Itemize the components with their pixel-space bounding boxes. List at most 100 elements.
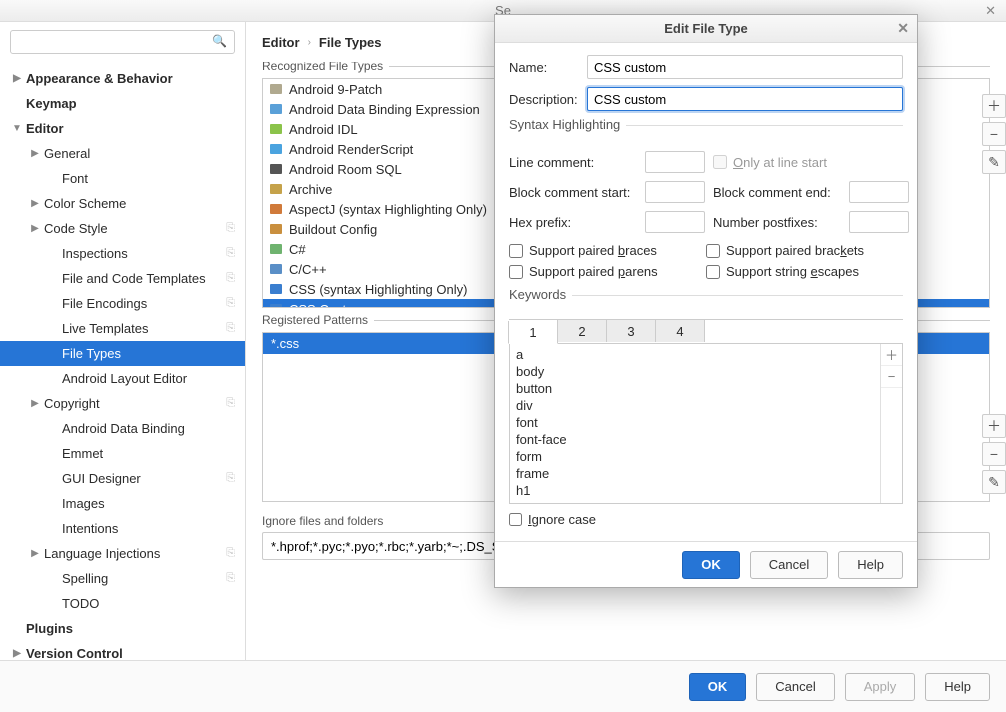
tree-item[interactable]: Intentions (0, 516, 245, 541)
support-brackets-checkbox[interactable] (706, 244, 720, 258)
tree-item[interactable]: Android Layout Editor (0, 366, 245, 391)
tree-item[interactable]: Live Templates⎘ (0, 316, 245, 341)
tree-item[interactable]: Font (0, 166, 245, 191)
tree-item[interactable]: Images (0, 491, 245, 516)
tree-item-label: Android Data Binding (62, 421, 185, 436)
tree-item[interactable]: Keymap (0, 91, 245, 116)
keyword-item[interactable]: div (516, 397, 874, 414)
dialog-close-icon[interactable]: ✕ (897, 20, 909, 37)
registered-patterns-label: Registered Patterns (262, 313, 374, 327)
keyword-item[interactable]: body (516, 363, 874, 380)
search-input[interactable] (10, 30, 235, 54)
tree-item-label: Language Injections (44, 546, 160, 561)
support-parens-checkbox[interactable] (509, 265, 523, 279)
keyword-item[interactable]: form (516, 448, 874, 465)
scope-icon: ⎘ (226, 547, 235, 560)
name-input[interactable] (587, 55, 903, 79)
name-label: Name: (509, 60, 587, 75)
cancel-button[interactable]: Cancel (756, 673, 834, 701)
keyword-item[interactable]: font (516, 414, 874, 431)
tree-item[interactable]: TODO (0, 591, 245, 616)
archive-icon (269, 182, 283, 196)
file-type-label: AspectJ (syntax Highlighting Only) (289, 202, 487, 217)
keyword-tab-4[interactable]: 4 (655, 320, 705, 342)
keyword-tab-1[interactable]: 1 (508, 321, 558, 344)
line-comment-input[interactable] (645, 151, 705, 173)
dialog-help-button[interactable]: Help (838, 551, 903, 579)
scope-icon: ⎘ (226, 572, 235, 585)
tree-item-label: Version Control (26, 646, 123, 660)
keyword-tab-2[interactable]: 2 (557, 320, 607, 342)
db-icon (269, 102, 283, 116)
tree-item[interactable]: ▶Language Injections⎘ (0, 541, 245, 566)
tree-item[interactable]: ▼Editor (0, 116, 245, 141)
apply-button[interactable]: Apply (845, 673, 916, 701)
add-keyword-button[interactable]: ＋ (881, 344, 902, 366)
scope-icon: ⎘ (226, 247, 235, 260)
android-icon (269, 122, 283, 136)
block-comment-start-input[interactable] (645, 181, 705, 203)
keyword-tabs: 1234 (509, 319, 903, 344)
tree-item[interactable]: ▶General (0, 141, 245, 166)
tree-item[interactable]: Plugins (0, 616, 245, 641)
ignore-case-checkbox[interactable] (509, 513, 522, 526)
tree-item-label: Color Scheme (44, 196, 126, 211)
add-file-type-button[interactable]: ＋ (982, 94, 1006, 118)
tree-item[interactable]: ▶Code Style⎘ (0, 216, 245, 241)
keyword-item[interactable]: button (516, 380, 874, 397)
edit-pattern-button[interactable]: ✎ (982, 470, 1006, 494)
close-icon[interactable]: ✕ (985, 3, 996, 19)
tree-item[interactable]: ▶Color Scheme (0, 191, 245, 216)
tree-item[interactable]: ▶Copyright⎘ (0, 391, 245, 416)
help-button[interactable]: Help (925, 673, 990, 701)
tree-item[interactable]: File Encodings⎘ (0, 291, 245, 316)
tree-item[interactable]: ▶Version Control (0, 641, 245, 660)
block-comment-end-label: Block comment end: (713, 185, 841, 200)
support-escapes-checkbox[interactable] (706, 265, 720, 279)
keywords-label: Keywords (509, 287, 572, 302)
file-type-label: Android 9-Patch (289, 82, 382, 97)
tree-item[interactable]: Android Data Binding (0, 416, 245, 441)
tree-item-label: Appearance & Behavior (26, 71, 173, 86)
tree-item-label: Plugins (26, 621, 73, 636)
tree-item[interactable]: Spelling⎘ (0, 566, 245, 591)
remove-keyword-button[interactable]: − (881, 366, 902, 388)
tree-item[interactable]: File Types (0, 341, 245, 366)
tree-item[interactable]: Emmet (0, 441, 245, 466)
tree-item[interactable]: GUI Designer⎘ (0, 466, 245, 491)
scope-icon: ⎘ (226, 472, 235, 485)
keyword-tab-3[interactable]: 3 (606, 320, 656, 342)
description-input[interactable] (587, 87, 903, 111)
hex-prefix-input[interactable] (645, 211, 705, 233)
dialog-cancel-button[interactable]: Cancel (750, 551, 828, 579)
remove-file-type-button[interactable]: − (982, 122, 1006, 146)
settings-tree[interactable]: ▶Appearance & BehaviorKeymap▼Editor▶Gene… (0, 62, 245, 660)
edit-file-type-button[interactable]: ✎ (982, 150, 1006, 174)
tree-item[interactable]: File and Code Templates⎘ (0, 266, 245, 291)
tree-item[interactable]: ▶Appearance & Behavior (0, 66, 245, 91)
dialog-ok-button[interactable]: OK (682, 551, 740, 579)
keyword-item[interactable]: frame (516, 465, 874, 482)
disclosure-icon: ▶ (28, 398, 42, 409)
add-pattern-button[interactable]: ＋ (982, 414, 1006, 438)
disclosure-icon: ▶ (10, 648, 24, 659)
remove-pattern-button[interactable]: − (982, 442, 1006, 466)
keyword-item[interactable]: h1 (516, 482, 874, 499)
recognized-file-types-label: Recognized File Types (262, 62, 389, 73)
ok-button[interactable]: OK (689, 673, 747, 701)
search-icon: 🔍 (212, 34, 227, 48)
keywords-list[interactable]: abodybuttondivfontfont-faceformframeh1 (510, 344, 880, 503)
chevron-right-icon: › (308, 37, 311, 48)
block-comment-start-label: Block comment start: (509, 185, 637, 200)
sql-icon (269, 162, 283, 176)
number-postfixes-label: Number postfixes: (713, 215, 841, 230)
number-postfixes-input[interactable] (849, 211, 909, 233)
keyword-item[interactable]: font-face (516, 431, 874, 448)
tree-item[interactable]: Inspections⎘ (0, 241, 245, 266)
folder-icon (269, 82, 283, 96)
only-line-start-label: Only at line start (733, 155, 827, 170)
support-braces-checkbox[interactable] (509, 244, 523, 258)
block-comment-end-input[interactable] (849, 181, 909, 203)
keyword-item[interactable]: a (516, 346, 874, 363)
breadcrumb-current: File Types (319, 35, 382, 50)
